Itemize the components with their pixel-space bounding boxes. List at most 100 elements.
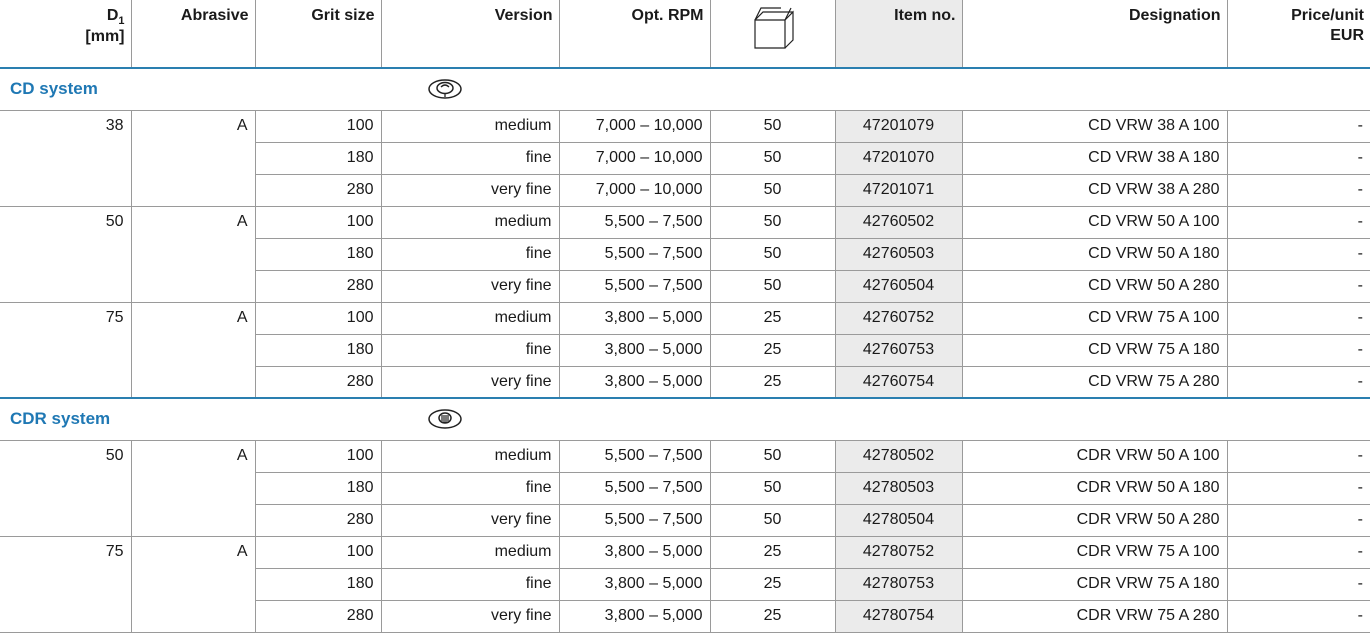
cell-designation: CDR VRW 75 A 180 <box>962 568 1228 601</box>
cell-price: - <box>1227 302 1370 335</box>
cell-abrasive: A <box>131 440 256 472</box>
cell-designation: CD VRW 38 A 180 <box>962 142 1228 175</box>
cell-item: 42780754 <box>835 600 963 633</box>
cell-item: 42780504 <box>835 504 963 537</box>
cell-price: - <box>1227 504 1370 537</box>
cell-designation: CDR VRW 50 A 180 <box>962 472 1228 505</box>
cell-price: - <box>1227 270 1370 303</box>
table-row: 75 A 100 medium 3,800 – 5,000 25 42760752 CD VR… <box>0 302 1370 335</box>
cell-d1 <box>0 366 132 399</box>
cell-abrasive <box>131 600 256 633</box>
table-row: 280 very fine 5,500 – 7,500 50 42780504 CDR V… <box>0 504 1370 537</box>
cell-d1 <box>0 270 132 303</box>
cell-abrasive: A <box>131 302 256 334</box>
cell-rpm: 5,500 – 7,500 <box>559 206 711 239</box>
cell-d1 <box>0 472 132 504</box>
cell-d1 <box>0 238 132 270</box>
cell-pack: 50 <box>710 504 836 537</box>
header-version: Version <box>381 0 560 69</box>
cell-designation: CD VRW 38 A 280 <box>962 174 1228 207</box>
cell-version: medium <box>381 440 560 473</box>
cell-version: medium <box>381 206 560 239</box>
table-row: 50 A 100 medium 5,500 – 7,500 50 42780502 CDR V… <box>0 440 1370 473</box>
cell-item: 42780752 <box>835 536 963 569</box>
cell-grit: 280 <box>255 504 382 537</box>
header-grit: Grit size <box>255 0 382 69</box>
cell-item: 42760753 <box>835 334 963 367</box>
cd-system-icon <box>421 78 463 100</box>
table-row: 280 very fine 3,800 – 5,000 25 42760754 CD VR… <box>0 366 1370 399</box>
cell-abrasive <box>131 142 256 174</box>
table-row: 180 fine 5,500 – 7,500 50 42780503 CDR VRW 50… <box>0 472 1370 505</box>
cell-rpm: 5,500 – 7,500 <box>559 270 711 303</box>
header-price: Price/unit EUR <box>1227 0 1370 69</box>
cell-version: medium <box>381 536 560 569</box>
cell-d1 <box>0 174 132 207</box>
cell-rpm: 7,000 – 10,000 <box>559 174 711 207</box>
cell-grit: 180 <box>255 568 382 601</box>
cell-version: medium <box>381 110 560 143</box>
cell-d1 <box>0 142 132 174</box>
cell-grit: 280 <box>255 366 382 399</box>
cell-pack: 25 <box>710 600 836 633</box>
cell-d1 <box>0 600 132 633</box>
cell-abrasive: A <box>131 206 256 238</box>
cell-version: fine <box>381 238 560 271</box>
cell-d1: 75 <box>0 536 132 568</box>
cell-abrasive <box>131 174 256 207</box>
cell-grit: 180 <box>255 238 382 271</box>
cell-designation: CDR VRW 75 A 100 <box>962 536 1228 569</box>
cell-designation: CD VRW 50 A 280 <box>962 270 1228 303</box>
cell-rpm: 5,500 – 7,500 <box>559 504 711 537</box>
cell-rpm: 3,800 – 5,000 <box>559 334 711 367</box>
cell-pack: 25 <box>710 568 836 601</box>
cell-abrasive <box>131 366 256 399</box>
cell-version: very fine <box>381 366 560 399</box>
cell-d1: 75 <box>0 302 132 334</box>
cell-price: - <box>1227 206 1370 239</box>
package-box-icon <box>753 7 794 49</box>
section-title: CDR system <box>10 409 111 429</box>
cell-pack: 50 <box>710 206 836 239</box>
product-table: D1 [mm] Abrasive Grit size Version Opt. R… <box>0 0 1370 633</box>
header-rpm: Opt. RPM <box>559 0 711 69</box>
cell-pack: 25 <box>710 366 836 399</box>
cell-item: 42760502 <box>835 206 963 239</box>
table-row: 280 very fine 3,800 – 5,000 25 42780754 CDR V… <box>0 600 1370 633</box>
cell-version: medium <box>381 302 560 335</box>
cell-price: - <box>1227 472 1370 505</box>
cell-d1: 50 <box>0 206 132 238</box>
cell-d1 <box>0 334 132 366</box>
cell-version: fine <box>381 472 560 505</box>
cell-rpm: 3,800 – 5,000 <box>559 366 711 399</box>
cell-price: - <box>1227 536 1370 569</box>
cell-abrasive: A <box>131 536 256 568</box>
cell-grit: 280 <box>255 174 382 207</box>
table-row: 180 fine 5,500 – 7,500 50 42760503 CD VRW 50 … <box>0 238 1370 271</box>
table-row: 180 fine 3,800 – 5,000 25 42780753 CDR VRW 75… <box>0 568 1370 601</box>
header-d1: D1 [mm] <box>0 0 132 69</box>
cell-designation: CD VRW 75 A 100 <box>962 302 1228 335</box>
cell-grit: 180 <box>255 334 382 367</box>
cell-abrasive <box>131 568 256 600</box>
cell-pack: 50 <box>710 472 836 505</box>
cell-designation: CD VRW 75 A 180 <box>962 334 1228 367</box>
cell-price: - <box>1227 142 1370 175</box>
cell-designation: CD VRW 50 A 100 <box>962 206 1228 239</box>
cell-version: very fine <box>381 270 560 303</box>
cell-pack: 50 <box>710 142 836 175</box>
cell-abrasive <box>131 472 256 504</box>
cell-item: 42760503 <box>835 238 963 271</box>
cell-rpm: 7,000 – 10,000 <box>559 110 711 143</box>
cell-item: 42760752 <box>835 302 963 335</box>
cell-price: - <box>1227 366 1370 399</box>
cell-rpm: 5,500 – 7,500 <box>559 238 711 271</box>
cell-item: 42780502 <box>835 440 963 473</box>
table-row: 280 very fine 5,500 – 7,500 50 42760504 CD VR… <box>0 270 1370 303</box>
cell-price: - <box>1227 174 1370 207</box>
cell-designation: CDR VRW 50 A 100 <box>962 440 1228 473</box>
cell-price: - <box>1227 440 1370 473</box>
cell-designation: CD VRW 75 A 280 <box>962 366 1228 399</box>
cell-grit: 100 <box>255 536 382 569</box>
cell-version: very fine <box>381 174 560 207</box>
